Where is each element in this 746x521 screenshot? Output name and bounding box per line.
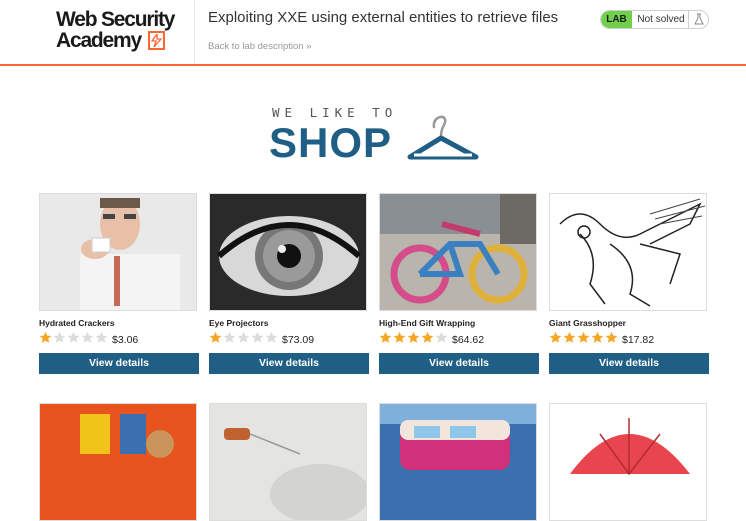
star-empty-icon	[435, 331, 448, 343]
star-filled-icon	[549, 331, 562, 343]
logo-bolt-icon	[148, 31, 165, 50]
star-empty-icon	[251, 331, 264, 343]
site-header: Web Security Academy Exploiting XXE usin…	[0, 0, 746, 66]
we-like-to-shop-banner: WE LIKE TO SHOP	[268, 105, 480, 165]
product-image[interactable]	[209, 193, 367, 311]
header-divider	[194, 0, 195, 64]
product-name: High-End Gift Wrapping	[379, 318, 476, 328]
star-empty-icon	[265, 331, 278, 343]
star-filled-icon	[605, 331, 618, 343]
star-empty-icon	[237, 331, 250, 343]
product-image[interactable]	[379, 403, 537, 521]
view-details-button[interactable]: View details	[209, 353, 369, 374]
hero-big-text: SHOP	[269, 119, 393, 166]
star-filled-icon	[421, 331, 434, 343]
lab-status-text: Not solved	[637, 14, 685, 25]
star-filled-icon	[209, 331, 222, 343]
star-filled-icon	[591, 331, 604, 343]
star-empty-icon	[67, 331, 80, 343]
lab-title: Exploiting XXE using external entities t…	[208, 9, 559, 26]
view-details-button[interactable]: View details	[549, 353, 709, 374]
product-name: Giant Grasshopper	[549, 318, 626, 328]
star-empty-icon	[95, 331, 108, 343]
double-chevron-right-icon: »	[306, 41, 312, 52]
product-image[interactable]	[39, 193, 197, 311]
star-empty-icon	[81, 331, 94, 343]
lab-tag: LAB	[601, 11, 632, 28]
coat-hanger-icon	[407, 115, 479, 160]
lab-status-badge: LAB Not solved	[600, 10, 709, 29]
product-price: $64.62	[452, 334, 485, 346]
flask-icon	[688, 11, 708, 28]
product-image[interactable]	[209, 403, 367, 521]
product-name: Hydrated Crackers	[39, 318, 115, 328]
back-link-label: Back to lab description	[208, 41, 304, 52]
view-details-button[interactable]: View details	[39, 353, 199, 374]
star-filled-icon	[407, 331, 420, 343]
product-price: $73.09	[282, 334, 315, 346]
product-price: $17.82	[622, 334, 655, 346]
back-to-lab-description-link[interactable]: Back to lab description »	[208, 41, 312, 52]
web-security-academy-logo[interactable]: Web Security Academy	[56, 9, 180, 55]
product-name: Eye Projectors	[209, 318, 269, 328]
star-filled-icon	[393, 331, 406, 343]
star-filled-icon	[563, 331, 576, 343]
star-filled-icon	[577, 331, 590, 343]
star-empty-icon	[53, 331, 66, 343]
hero-small-text: WE LIKE TO	[272, 105, 398, 120]
product-image[interactable]	[549, 193, 707, 311]
star-filled-icon	[379, 331, 392, 343]
product-price: $3.06	[112, 334, 139, 346]
star-empty-icon	[223, 331, 236, 343]
product-image[interactable]	[379, 193, 537, 311]
product-image[interactable]	[549, 403, 707, 521]
view-details-button[interactable]: View details	[379, 353, 539, 374]
product-image[interactable]	[39, 403, 197, 521]
star-filled-icon	[39, 331, 52, 343]
logo-line-1: Web Security	[56, 8, 175, 31]
